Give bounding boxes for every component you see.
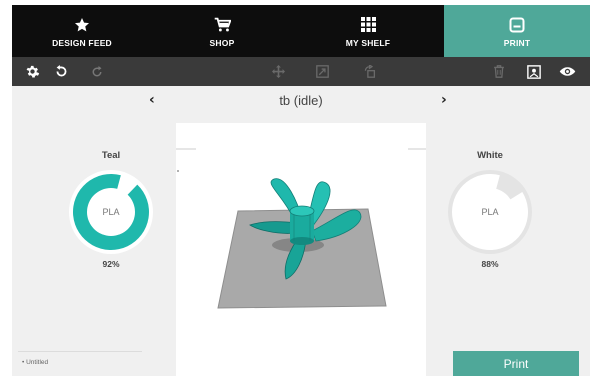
model-preview [176,148,426,309]
spool-left[interactable]: Teal PLA 92% [61,150,161,269]
redo-icon[interactable] [88,63,105,80]
spool-right[interactable]: White PLA 88% [440,150,540,269]
tab-label: SHOP [209,37,235,48]
spool-gauge: PLA [447,169,533,255]
file-list-item[interactable]: • Untitled [22,359,48,366]
toolbar [12,57,590,86]
spool-color-name: Teal [101,150,121,161]
print-button[interactable]: Print [453,351,579,376]
app-window: DESIGN FEED SHOP MY SHELF PRINT ‹ tb (id… [12,5,590,376]
spool-percent: 92% [102,259,120,269]
spool-material: PLA [481,207,499,217]
tab-my-shelf[interactable]: MY SHELF [292,5,444,57]
spool-percent: 88% [481,259,499,269]
tab-design-feed[interactable]: DESIGN FEED [12,5,152,57]
tab-print[interactable]: PRINT [444,5,590,57]
print-icon [509,15,525,35]
view-icon[interactable] [559,63,576,80]
tab-shop[interactable]: SHOP [152,5,292,57]
tab-label: MY SHELF [345,37,391,48]
spool-gauge: PLA [68,169,154,255]
layout-icon[interactable] [525,63,542,80]
star-icon [74,15,90,35]
rotate-icon[interactable] [361,63,378,80]
spool-material: PLA [102,207,120,217]
delete-icon[interactable] [490,63,507,80]
move-icon[interactable] [270,63,287,80]
cart-icon [214,15,231,35]
printer-name: tb (idle) [279,93,323,108]
tab-label: PRINT [503,37,531,48]
tab-label: DESIGN FEED [52,37,112,48]
file-name: Untitled [26,359,49,366]
top-nav: DESIGN FEED SHOP MY SHELF PRINT [12,5,590,57]
divider [18,351,142,352]
spool-color-name: White [477,150,503,161]
undo-icon[interactable] [53,63,70,80]
build-plate-viewport[interactable] [176,123,426,376]
settings-icon[interactable] [24,63,41,80]
printer-bar: ‹ tb (idle) › [12,86,590,116]
scale-icon[interactable] [314,63,331,80]
next-printer-button[interactable]: › [441,92,447,108]
grid-icon [360,15,376,35]
